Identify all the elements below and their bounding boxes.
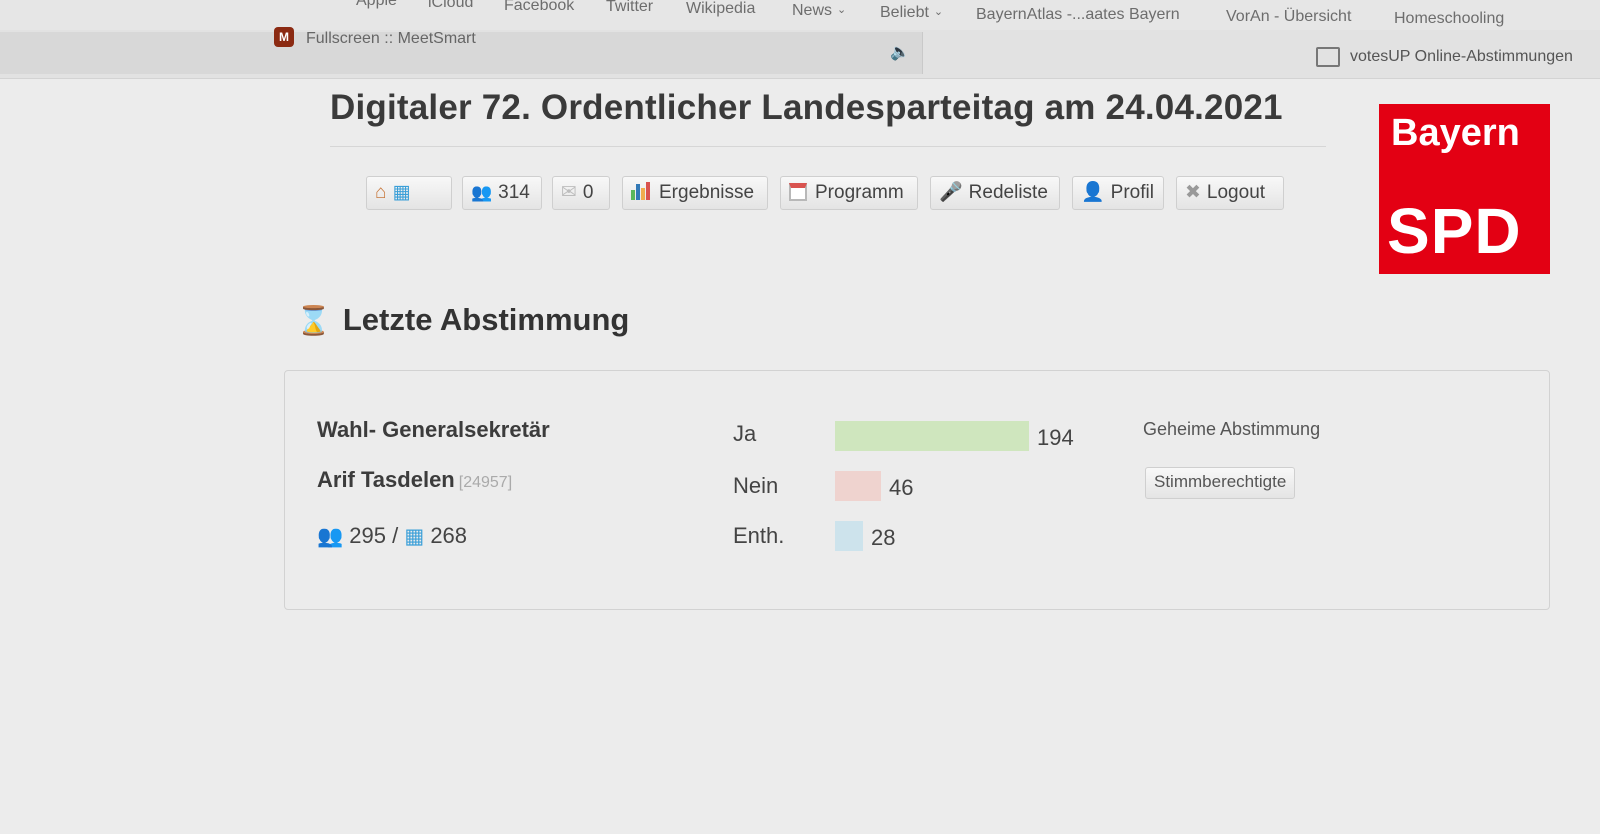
meetsmart-favicon-icon: M (274, 27, 294, 47)
logout-button[interactable]: ✖ Logout (1176, 176, 1284, 210)
section-title: ⌛ Letzte Abstimmung (296, 302, 629, 338)
bookmark-apple[interactable]: Apple (356, 0, 397, 10)
bookmark-beliebt[interactable]: Beliebt ⌄ (880, 4, 943, 22)
candidate-name: Arif Tasdelen (317, 467, 455, 492)
bookmark-voran[interactable]: VorAn - Übersicht (1226, 8, 1351, 26)
main-nav: ⌂ ▦ 👥 314 ✉ 0 Ergebnisse Programm 🎤 Redelist… (366, 176, 1286, 212)
speakers-label: Redeliste (968, 182, 1048, 203)
result-bar-nein (835, 471, 881, 501)
calendar-icon (789, 183, 807, 201)
hourglass-icon: ⌛ (296, 305, 331, 336)
option-label-ja: Ja (733, 421, 757, 446)
section-title-text: Letzte Abstimmung (342, 302, 630, 337)
participants-button[interactable]: 👥 314 (462, 176, 542, 210)
messages-count: 0 (582, 182, 594, 203)
result-value-ja: 194 (1037, 425, 1074, 450)
results-button[interactable]: Ergebnisse (622, 176, 768, 210)
bookmark-beliebt-label: Beliebt (880, 4, 929, 21)
profile-button[interactable]: 👤 Profil (1072, 176, 1164, 210)
candidate-id: [24957] (458, 474, 513, 491)
logout-label: Logout (1206, 182, 1266, 203)
program-label: Programm (815, 182, 904, 203)
secret-vote-label: Geheime Abstimmung (1143, 419, 1321, 439)
bookmark-news-label: News (792, 2, 833, 19)
vote-title: Wahl- Generalsekretär (317, 417, 550, 442)
result-bar-ja (835, 421, 1029, 451)
ballot-box-icon: ▦ (392, 182, 411, 203)
home-icon: ⌂ (375, 182, 387, 203)
spd-bayern-logo: Bayern SPD (1379, 104, 1550, 274)
participants-value: 295 / (349, 523, 399, 548)
program-button[interactable]: Programm (780, 176, 918, 210)
user-icon: 👤 (1081, 182, 1105, 203)
speakers-list-button[interactable]: 🎤 Redeliste (930, 176, 1060, 210)
bookmark-homeschooling[interactable]: Homeschooling (1394, 10, 1504, 28)
bookmark-news[interactable]: News ⌄ (792, 2, 846, 20)
result-value-enth: 28 (871, 525, 896, 550)
bar-chart-icon (631, 182, 651, 200)
ballots-value: 268 (430, 523, 468, 548)
vote-panel: Wahl- Generalsekretär Arif Tasdelen [2495… (284, 370, 1550, 610)
chevron-down-icon: ⌄ (933, 6, 944, 18)
chevron-down-icon: ⌄ (837, 4, 847, 16)
participants-count: 314 (498, 182, 530, 203)
page-title: Digitaler 72. Ordentlicher Landesparteit… (330, 88, 1283, 127)
result-value-nein: 46 (889, 475, 914, 500)
bookmark-wikipedia[interactable]: Wikipedia (686, 0, 755, 18)
option-label-enth: Enth. (733, 523, 785, 548)
bookmark-twitter[interactable]: Twitter (606, 0, 653, 16)
title-divider (330, 146, 1326, 147)
candidate: Arif Tasdelen [24957] (317, 467, 512, 493)
home-button[interactable]: ⌂ ▦ (366, 176, 452, 210)
bookmark-facebook[interactable]: Facebook (504, 0, 574, 15)
results-label: Ergebnisse (659, 182, 755, 203)
bookmark-icloud[interactable]: iCloud (428, 0, 473, 12)
ballot-box-icon (1316, 47, 1340, 67)
mail-icon: ✉ (561, 182, 577, 203)
tab-votesup-title[interactable]: votesUP Online-Abstimmungen (1350, 48, 1573, 66)
logout-icon: ✖ (1185, 182, 1201, 203)
vote-stats: 👥 295 / ▦ 268 (317, 523, 467, 549)
bookmarks-bar: Apple iCloud Facebook Twitter Wikipedia … (0, 0, 1600, 30)
result-bar-enth (835, 521, 863, 551)
ballot-box-icon: ▦ (404, 525, 425, 548)
people-icon: 👥 (317, 525, 344, 548)
logo-text-top: Bayern (1391, 112, 1520, 154)
people-icon: 👥 (471, 183, 493, 202)
eligible-voters-button[interactable]: Stimmberechtigte (1145, 467, 1296, 499)
tab-meetsmart-title[interactable]: Fullscreen :: MeetSmart (306, 30, 476, 48)
speaker-icon[interactable]: 🔈 (890, 42, 910, 62)
option-label-nein: Nein (733, 473, 779, 498)
bookmark-bayernatlas[interactable]: BayernAtlas -...aates Bayern (976, 6, 1180, 24)
logo-text-bottom: SPD (1387, 195, 1522, 267)
microphone-icon: 🎤 (939, 182, 963, 203)
messages-button[interactable]: ✉ 0 (552, 176, 610, 210)
profile-label: Profil (1110, 182, 1154, 203)
